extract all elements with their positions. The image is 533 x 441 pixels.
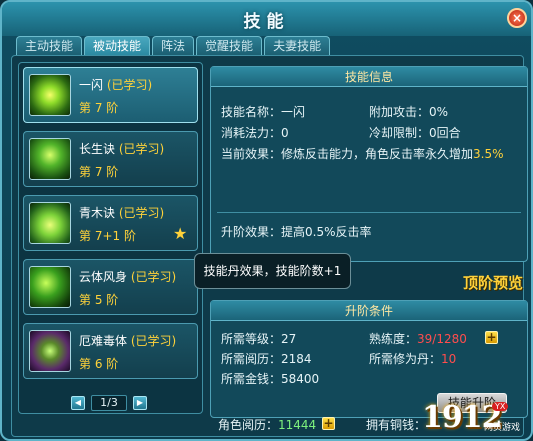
skill-level: 第 6 阶: [79, 357, 119, 371]
add-exp-button[interactable]: +: [322, 417, 335, 430]
title-bar: 技能 ×: [2, 2, 531, 36]
poison-skill-icon: [29, 330, 71, 372]
cooldown-row: 冷却限制：0回合: [369, 126, 461, 140]
tooltip: 技能丹效果，技能阶数+1: [194, 253, 351, 289]
skill-name: 青木诀 (已学习): [79, 206, 165, 220]
skill-window: 技能 × 主动技能 被动技能 阵法 觉醒技能 夫妻技能 一闪 (已学习) 第 7…: [0, 0, 533, 441]
skill-name: 云体风身 (已学习): [79, 270, 177, 284]
tab-awakening-skills[interactable]: 觉醒技能: [196, 36, 263, 55]
skill-info-header: 技能信息: [211, 67, 527, 87]
window-title: 技能: [243, 12, 290, 32]
mana-cost-row: 消耗法力：0: [221, 126, 289, 140]
required-money-row: 所需金钱：58400: [221, 372, 320, 386]
skill-item-yishan[interactable]: 一闪 (已学习) 第 7 阶: [23, 67, 198, 123]
required-level-row: 所需等级：27: [221, 332, 297, 346]
flash-skill-icon: [29, 74, 71, 116]
pager: ◀ 1/3 ▶: [71, 395, 147, 411]
required-pill-row: 所需修为丹：10: [369, 352, 457, 366]
proficiency-row: 熟练度：39/1280: [369, 332, 467, 346]
next-page-button[interactable]: ▶: [133, 396, 147, 410]
skill-info-panel: 技能信息 技能名称：一闪 附加攻击：0% 消耗法力：0 冷却限制：0回合 当前效…: [210, 66, 528, 262]
extra-attack-row: 附加攻击：0%: [369, 105, 449, 119]
skill-list: 一闪 (已学习) 第 7 阶 长生诀 (已学习) 第 7 阶 青木诀 (已学习)…: [18, 62, 203, 414]
tab-couple-skills[interactable]: 夫妻技能: [264, 36, 331, 55]
skill-name-row: 技能名称：一闪: [221, 105, 306, 119]
tab-active-skills[interactable]: 主动技能: [16, 36, 83, 55]
upgrade-conditions-header: 升阶条件: [211, 301, 527, 321]
skill-level: 第 5 阶: [79, 293, 119, 307]
owned-coins: 拥有铜钱：: [366, 418, 427, 432]
skill-name: 厄难毒体 (已学习): [79, 334, 177, 348]
tab-passive-skills[interactable]: 被动技能: [84, 36, 151, 55]
skill-name: 长生诀 (已学习): [79, 142, 165, 156]
tab-formation[interactable]: 阵法: [152, 36, 195, 55]
character-exp: 角色阅历：11444: [218, 418, 317, 432]
watermark-badge: YX: [492, 402, 509, 411]
watermark-subtitle: 网页游戏: [484, 423, 521, 433]
close-button[interactable]: ×: [507, 8, 527, 28]
required-exp-row: 所需阅历：2184: [221, 352, 312, 366]
skill-item-qingmu[interactable]: 青木诀 (已学习) 第 7+1 阶 ★: [23, 195, 198, 251]
current-effect-row: 当前效果：修炼反击能力，角色反击率永久增加3.5%: [221, 147, 504, 161]
add-proficiency-button[interactable]: +: [485, 331, 498, 344]
site-watermark-logo: 1912 YX 网页游戏: [422, 400, 522, 436]
wood-skill-icon: [29, 202, 71, 244]
divider: [217, 212, 521, 213]
page-number: 1/3: [91, 395, 127, 411]
tab-bar: 主动技能 被动技能 阵法 觉醒技能 夫妻技能: [16, 36, 331, 55]
wind-skill-icon: [29, 266, 71, 308]
upgrade-effect-row: 升阶效果：提高0.5%反击率: [221, 225, 372, 239]
skill-level: 第 7+1 阶: [79, 229, 136, 243]
longevity-skill-icon: [29, 138, 71, 180]
skill-level: 第 7 阶: [79, 101, 119, 115]
star-icon: ★: [173, 224, 188, 243]
content-area: 一闪 (已学习) 第 7 阶 长生诀 (已学习) 第 7 阶 青木诀 (已学习)…: [11, 55, 528, 437]
skill-level: 第 7 阶: [79, 165, 119, 179]
skill-item-changsheng[interactable]: 长生诀 (已学习) 第 7 阶: [23, 131, 198, 187]
skill-item-enan[interactable]: 厄难毒体 (已学习) 第 6 阶: [23, 323, 198, 379]
top-tier-preview-link[interactable]: 顶阶预览: [463, 272, 523, 293]
prev-page-button[interactable]: ◀: [71, 396, 85, 410]
skill-name: 一闪 (已学习): [79, 78, 153, 92]
skill-item-yunti[interactable]: 云体风身 (已学习) 第 5 阶: [23, 259, 198, 315]
